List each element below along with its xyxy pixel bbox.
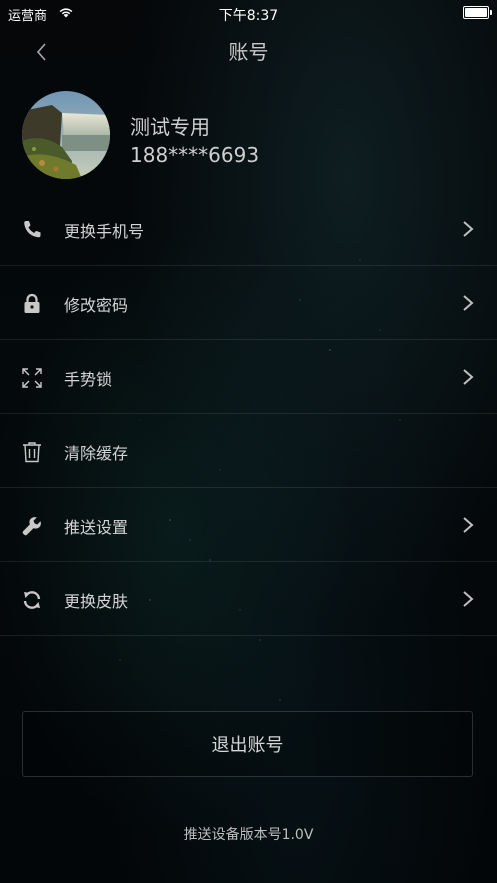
page-title: 账号 — [228, 40, 269, 64]
menu-item-push-settings[interactable]: 推送设置 — [0, 488, 497, 562]
version-label: 推送设备版本号1.0V — [183, 827, 314, 843]
settings-list: 更换手机号 修改密码 手势锁 清除缓存 推送设置 更换皮肤 — [0, 192, 497, 636]
clock: 下午8:37 — [218, 8, 279, 24]
wrench-icon — [22, 517, 41, 536]
phone-icon — [24, 221, 41, 238]
account-screen: 运营商 下午8:37 账号 测试专用 188****6693 更换手机号 修改密… — [0, 0, 497, 883]
refresh-icon — [23, 591, 41, 609]
menu-item-label: 更换手机号 — [64, 222, 145, 241]
menu-item-change-password[interactable]: 修改密码 — [0, 266, 497, 340]
menu-item-change-skin[interactable]: 更换皮肤 — [0, 562, 497, 636]
menu-item-change-phone[interactable]: 更换手机号 — [0, 192, 497, 266]
menu-item-label: 更换皮肤 — [64, 592, 129, 611]
lock-icon — [24, 293, 40, 313]
navigation-bar: 账号 — [0, 26, 497, 74]
chevron-right-icon — [463, 295, 474, 311]
menu-item-clear-cache[interactable]: 清除缓存 — [0, 414, 497, 488]
menu-item-label: 修改密码 — [64, 296, 129, 315]
avatar[interactable] — [22, 91, 110, 179]
status-bar: 运营商 下午8:37 — [0, 0, 497, 26]
phone-number: 188****6693 — [130, 143, 260, 167]
chevron-right-icon — [463, 591, 474, 607]
gesture-expand-icon — [22, 368, 42, 388]
chevron-right-icon — [463, 369, 474, 385]
logout-button[interactable]: 退出账号 — [22, 711, 473, 777]
chevron-right-icon — [463, 221, 474, 237]
chevron-right-icon — [463, 517, 474, 533]
waterfall-avatar-image — [22, 91, 110, 179]
divider — [0, 635, 497, 636]
menu-item-label: 手势锁 — [64, 370, 113, 389]
username: 测试专用 — [130, 115, 210, 139]
battery-full-icon — [463, 6, 492, 19]
menu-item-gesture-lock[interactable]: 手势锁 — [0, 340, 497, 414]
menu-item-label: 清除缓存 — [64, 444, 129, 463]
trash-icon — [23, 442, 41, 463]
menu-item-label: 推送设置 — [64, 518, 129, 537]
